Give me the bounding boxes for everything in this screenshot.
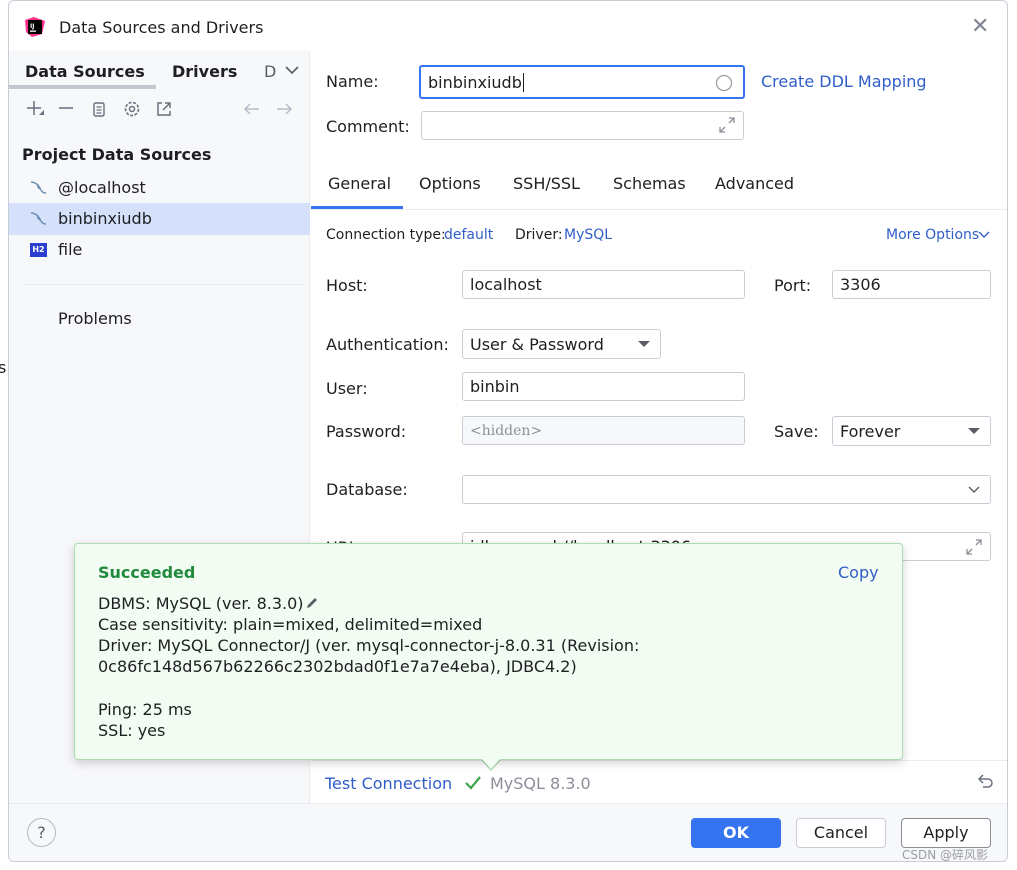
sidebar-item-file[interactable]: H2 file xyxy=(9,234,310,266)
chevron-down-icon[interactable] xyxy=(285,65,299,75)
driver-line-2: 0c86fc148d567b62266c2302bdad0f1e7a7e4eba… xyxy=(98,657,577,676)
copy-icon[interactable] xyxy=(88,98,110,120)
ok-button[interactable]: OK xyxy=(691,818,781,848)
watermark-text: CSDN @碎风影 xyxy=(902,848,989,862)
revert-icon[interactable] xyxy=(975,771,995,791)
text-cursor xyxy=(522,72,524,92)
mysql-dolphin-icon xyxy=(30,181,47,194)
tab-general[interactable]: General xyxy=(328,174,391,193)
host-value: localhost xyxy=(470,275,542,294)
database-label: Database: xyxy=(326,480,408,499)
popup-caret-fill xyxy=(481,758,501,769)
chevron-down-icon[interactable] xyxy=(978,231,990,239)
edit-pencil-icon[interactable] xyxy=(305,596,319,610)
tab-more[interactable]: D xyxy=(264,62,276,81)
host-label: Host: xyxy=(326,276,368,295)
open-external-icon[interactable] xyxy=(153,98,175,120)
dropdown-arrow-icon xyxy=(638,341,650,347)
copy-link[interactable]: Copy xyxy=(838,563,879,582)
name-input-value: binbinxiudb xyxy=(428,72,522,92)
cancel-button[interactable]: Cancel xyxy=(796,818,886,848)
ssl-line: SSL: yes xyxy=(98,721,166,740)
driver-label: Driver: xyxy=(515,227,563,243)
authentication-label: Authentication: xyxy=(326,335,449,354)
test-connection-link[interactable]: Test Connection xyxy=(325,774,452,793)
dbms-text: DBMS: MySQL (ver. 8.3.0) xyxy=(98,594,304,613)
remove-icon[interactable] xyxy=(56,98,78,120)
sidebar-toolbar xyxy=(9,98,310,122)
tab-options[interactable]: Options xyxy=(419,174,481,193)
sidebar-item-binbinxiudb[interactable]: binbinxiudb xyxy=(9,203,310,235)
test-connection-status: MySQL 8.3.0 xyxy=(490,774,591,793)
tab-advanced[interactable]: Advanced xyxy=(715,174,794,193)
settings-gear-icon[interactable] xyxy=(121,98,143,120)
close-icon[interactable]: ✕ xyxy=(971,16,989,38)
name-label: Name: xyxy=(326,72,379,91)
mysql-dolphin-icon xyxy=(30,212,47,225)
password-input[interactable]: <hidden> xyxy=(462,416,745,445)
tab-schemas[interactable]: Schemas xyxy=(613,174,686,193)
sidebar-item-label: file xyxy=(58,240,83,259)
stray-text: s xyxy=(0,358,7,377)
connection-type-label: Connection type: xyxy=(326,227,446,243)
save-select[interactable]: Forever xyxy=(832,416,991,446)
more-options-link[interactable]: More Options xyxy=(886,227,979,243)
window-title: Data Sources and Drivers xyxy=(59,18,264,37)
password-label: Password: xyxy=(326,422,407,441)
create-ddl-mapping-link[interactable]: Create DDL Mapping xyxy=(761,72,927,91)
sidebar-item-problems[interactable]: Problems xyxy=(58,309,132,328)
user-label: User: xyxy=(326,379,368,398)
active-tab-indicator xyxy=(311,206,403,209)
expand-icon[interactable] xyxy=(966,539,982,555)
save-label: Save: xyxy=(774,422,819,441)
app-logo-icon: IJ xyxy=(25,17,45,37)
divider xyxy=(23,284,303,285)
add-icon[interactable] xyxy=(24,98,46,120)
chevron-down-icon xyxy=(968,486,980,493)
database-select[interactable] xyxy=(462,475,991,504)
spinner-circle-icon xyxy=(715,74,733,92)
back-arrow-icon[interactable] xyxy=(241,98,263,120)
port-input[interactable]: 3306 xyxy=(832,270,991,299)
user-value: binbin xyxy=(470,377,520,396)
tab-ssh-ssl[interactable]: SSH/SSL xyxy=(513,174,580,193)
h2-database-icon: H2 xyxy=(30,243,47,257)
save-value: Forever xyxy=(840,421,901,441)
port-value: 3306 xyxy=(840,275,881,294)
expand-icon[interactable] xyxy=(719,117,735,133)
sidebar-item-localhost[interactable]: @localhost xyxy=(9,172,310,204)
sidebar-item-label: @localhost xyxy=(58,178,146,197)
name-input[interactable]: binbinxiudb xyxy=(419,65,745,99)
section-title: Project Data Sources xyxy=(22,145,212,164)
comment-label: Comment: xyxy=(326,117,410,136)
help-button[interactable]: ? xyxy=(27,818,56,847)
connection-type-link[interactable]: default xyxy=(444,227,493,243)
password-placeholder: <hidden> xyxy=(470,422,543,439)
case-sensitivity-line: Case sensitivity: plain=mixed, delimited… xyxy=(98,615,483,634)
check-icon xyxy=(465,776,481,790)
apply-button[interactable]: Apply xyxy=(901,818,991,848)
connection-success-popup: Succeeded Copy DBMS: MySQL (ver. 8.3.0) … xyxy=(74,543,903,760)
tab-underline xyxy=(9,85,156,89)
host-input[interactable]: localhost xyxy=(462,270,745,299)
settings-tabs: General Options SSH/SSL Schemas Advanced xyxy=(311,163,1007,210)
popup-title: Succeeded xyxy=(98,563,196,582)
comment-input[interactable] xyxy=(421,111,744,140)
driver-line-1: Driver: MySQL Connector/J (ver. mysql-co… xyxy=(98,636,640,655)
authentication-select[interactable]: User & Password xyxy=(462,329,661,359)
ping-line: Ping: 25 ms xyxy=(98,700,192,719)
tab-drivers[interactable]: Drivers xyxy=(172,62,237,81)
forward-arrow-icon[interactable] xyxy=(273,98,295,120)
svg-text:IJ: IJ xyxy=(30,23,34,30)
port-label: Port: xyxy=(774,276,812,295)
dbms-line: DBMS: MySQL (ver. 8.3.0) xyxy=(98,594,319,613)
user-input[interactable]: binbin xyxy=(462,372,745,401)
authentication-value: User & Password xyxy=(470,334,604,354)
driver-link[interactable]: MySQL xyxy=(564,227,612,243)
sidebar-item-label: binbinxiudb xyxy=(58,209,152,228)
divider xyxy=(311,760,1007,761)
tab-data-sources[interactable]: Data Sources xyxy=(25,62,145,81)
dropdown-arrow-icon xyxy=(968,428,980,434)
